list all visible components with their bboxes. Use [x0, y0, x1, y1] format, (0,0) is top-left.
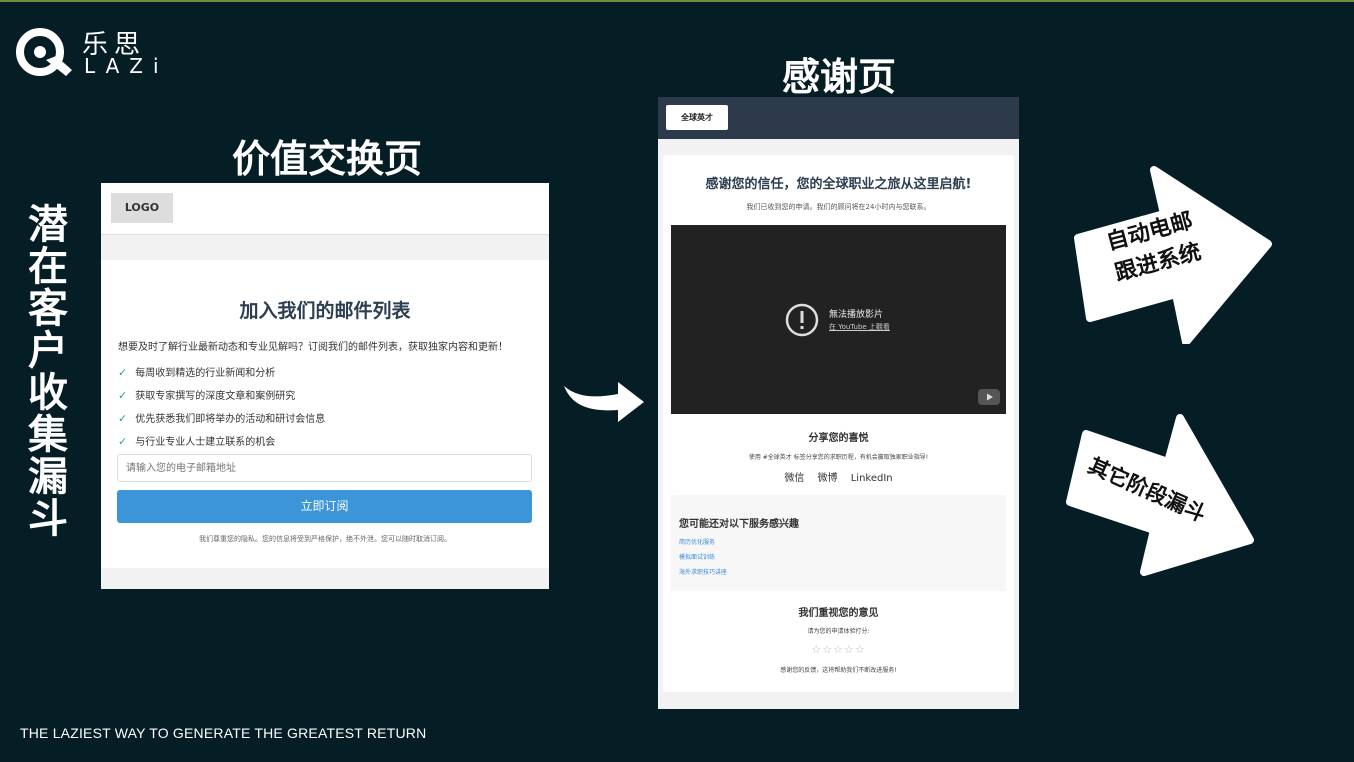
check-icon: ✓	[118, 389, 128, 402]
side-title-char: 集	[28, 412, 68, 458]
service-link[interactable]: 简历优化服务	[679, 535, 727, 550]
list-item: ✓ 每周收到精选的行业新闻和分析	[118, 366, 276, 379]
value-page-section-title: 价值交换页	[232, 137, 423, 181]
brand-button[interactable]: 全球英才	[666, 105, 728, 130]
share-links: 微信 微博 LinkedIn	[663, 469, 1014, 484]
value-exchange-page-mockup: LOGO 加入我们的邮件列表 想要及时了解行业最新动态和专业见解吗？订阅我们的邮…	[101, 183, 549, 589]
services-list: 简历优化服务 模拟面试训练 海外求职技巧讲座	[679, 535, 727, 580]
error-icon	[785, 303, 819, 337]
services-heading: 您可能还对以下服务感兴趣	[679, 519, 799, 530]
thank-you-page-mockup: 全球英才 感谢您的信任，您的全球职业之旅从这里启航! 我们已收到您的申请。我们的…	[658, 97, 1019, 709]
services-box: 您可能还对以下服务感兴趣 简历优化服务 模拟面试训练 海外求职技巧讲座	[671, 495, 1006, 591]
signup-heading: 加入我们的邮件列表	[239, 300, 411, 322]
subscribe-button[interactable]: 立即订阅	[117, 490, 532, 523]
service-link[interactable]: 模拟面试训练	[679, 550, 727, 565]
email-field[interactable]	[117, 454, 532, 482]
youtube-icon[interactable]	[978, 389, 1000, 405]
share-linkedin-link[interactable]: LinkedIn	[851, 473, 893, 484]
flow-arrow-icon	[564, 382, 644, 422]
funnel-side-title: 潜 在 客 户 收 集 漏 斗	[24, 204, 72, 540]
signup-intro: 想要及时了解行业最新动态和专业见解吗？订阅我们的邮件列表，获取独家内容和更新！	[118, 342, 508, 353]
check-icon: ✓	[118, 435, 128, 448]
watch-on-youtube-link[interactable]: 在 YouTube 上觀看	[829, 322, 890, 332]
side-title-char: 潜	[28, 202, 68, 248]
check-icon: ✓	[118, 412, 128, 425]
list-item: ✓ 优先获悉我们即将举办的活动和研讨会信息	[118, 412, 326, 425]
share-description: 使用 #全球英才 标签分享您的求职历程，有机会赢取独家职业指导!	[748, 454, 929, 461]
mockup-header: 全球英才	[658, 97, 1019, 139]
logo-english-text: LAZi	[84, 54, 169, 78]
side-title-char: 在	[28, 244, 68, 290]
logo-placeholder[interactable]: LOGO	[111, 193, 173, 223]
lazi-logo: 乐思 LAZi	[16, 24, 159, 80]
video-player[interactable]: 無法播放影片 在 YouTube 上觀看	[671, 225, 1006, 414]
thank-you-title: 感谢您的信任，您的全球职业之旅从这里启航!	[705, 177, 972, 192]
service-link[interactable]: 海外求职技巧讲座	[679, 565, 727, 580]
side-title-char: 户	[28, 328, 68, 374]
star-rating[interactable]: ☆☆☆☆☆	[663, 643, 1014, 656]
share-weibo-link[interactable]: 微博	[818, 473, 838, 484]
top-accent-line	[0, 0, 1354, 2]
lazi-logo-mark-icon	[16, 28, 72, 76]
side-title-char: 斗	[28, 496, 68, 542]
benefit-list: ✓ 每周收到精选的行业新闻和分析 ✓ 获取专家撰写的深度文章和案例研究 ✓ 优先获悉我…	[118, 362, 325, 454]
privacy-note: 我们尊重您的隐私。您的信息将受到严格保护，绝不外泄。您可以随时取消订阅。	[199, 535, 451, 543]
share-heading: 分享您的喜悦	[808, 433, 869, 444]
share-wechat-link[interactable]: 微信	[784, 473, 804, 484]
side-title-char: 漏	[28, 454, 68, 500]
list-item: ✓ 与行业专业人士建立联系的机会	[118, 435, 276, 448]
list-item: ✓ 获取专家撰写的深度文章和案例研究	[118, 389, 296, 402]
thank-you-section-title: 感谢页	[782, 55, 897, 99]
check-icon: ✓	[118, 366, 128, 379]
side-title-char: 客	[28, 286, 68, 332]
footer-tagline: THE LAZIEST WAY TO GENERATE THE GREATEST…	[20, 725, 427, 741]
feedback-thanks: 感谢您的反馈，这将帮助我们不断改进服务!	[780, 667, 897, 674]
mockup-header: LOGO	[101, 183, 549, 235]
feedback-heading: 我们重视您的意见	[798, 608, 879, 619]
thank-you-card: 感谢您的信任，您的全球职业之旅从这里启航! 我们已收到您的申请。我们的顾问将在2…	[663, 155, 1014, 692]
signup-card: 加入我们的邮件列表 想要及时了解行业最新动态和专业见解吗？订阅我们的邮件列表，获…	[101, 260, 549, 568]
thank-you-subtitle: 我们已收到您的申请。我们的顾问将在24小时内与您联系。	[746, 203, 931, 211]
video-error-text: 無法播放影片	[829, 310, 884, 320]
feedback-description: 请为您的申请体验打分:	[807, 628, 870, 635]
side-title-char: 收	[28, 370, 68, 416]
